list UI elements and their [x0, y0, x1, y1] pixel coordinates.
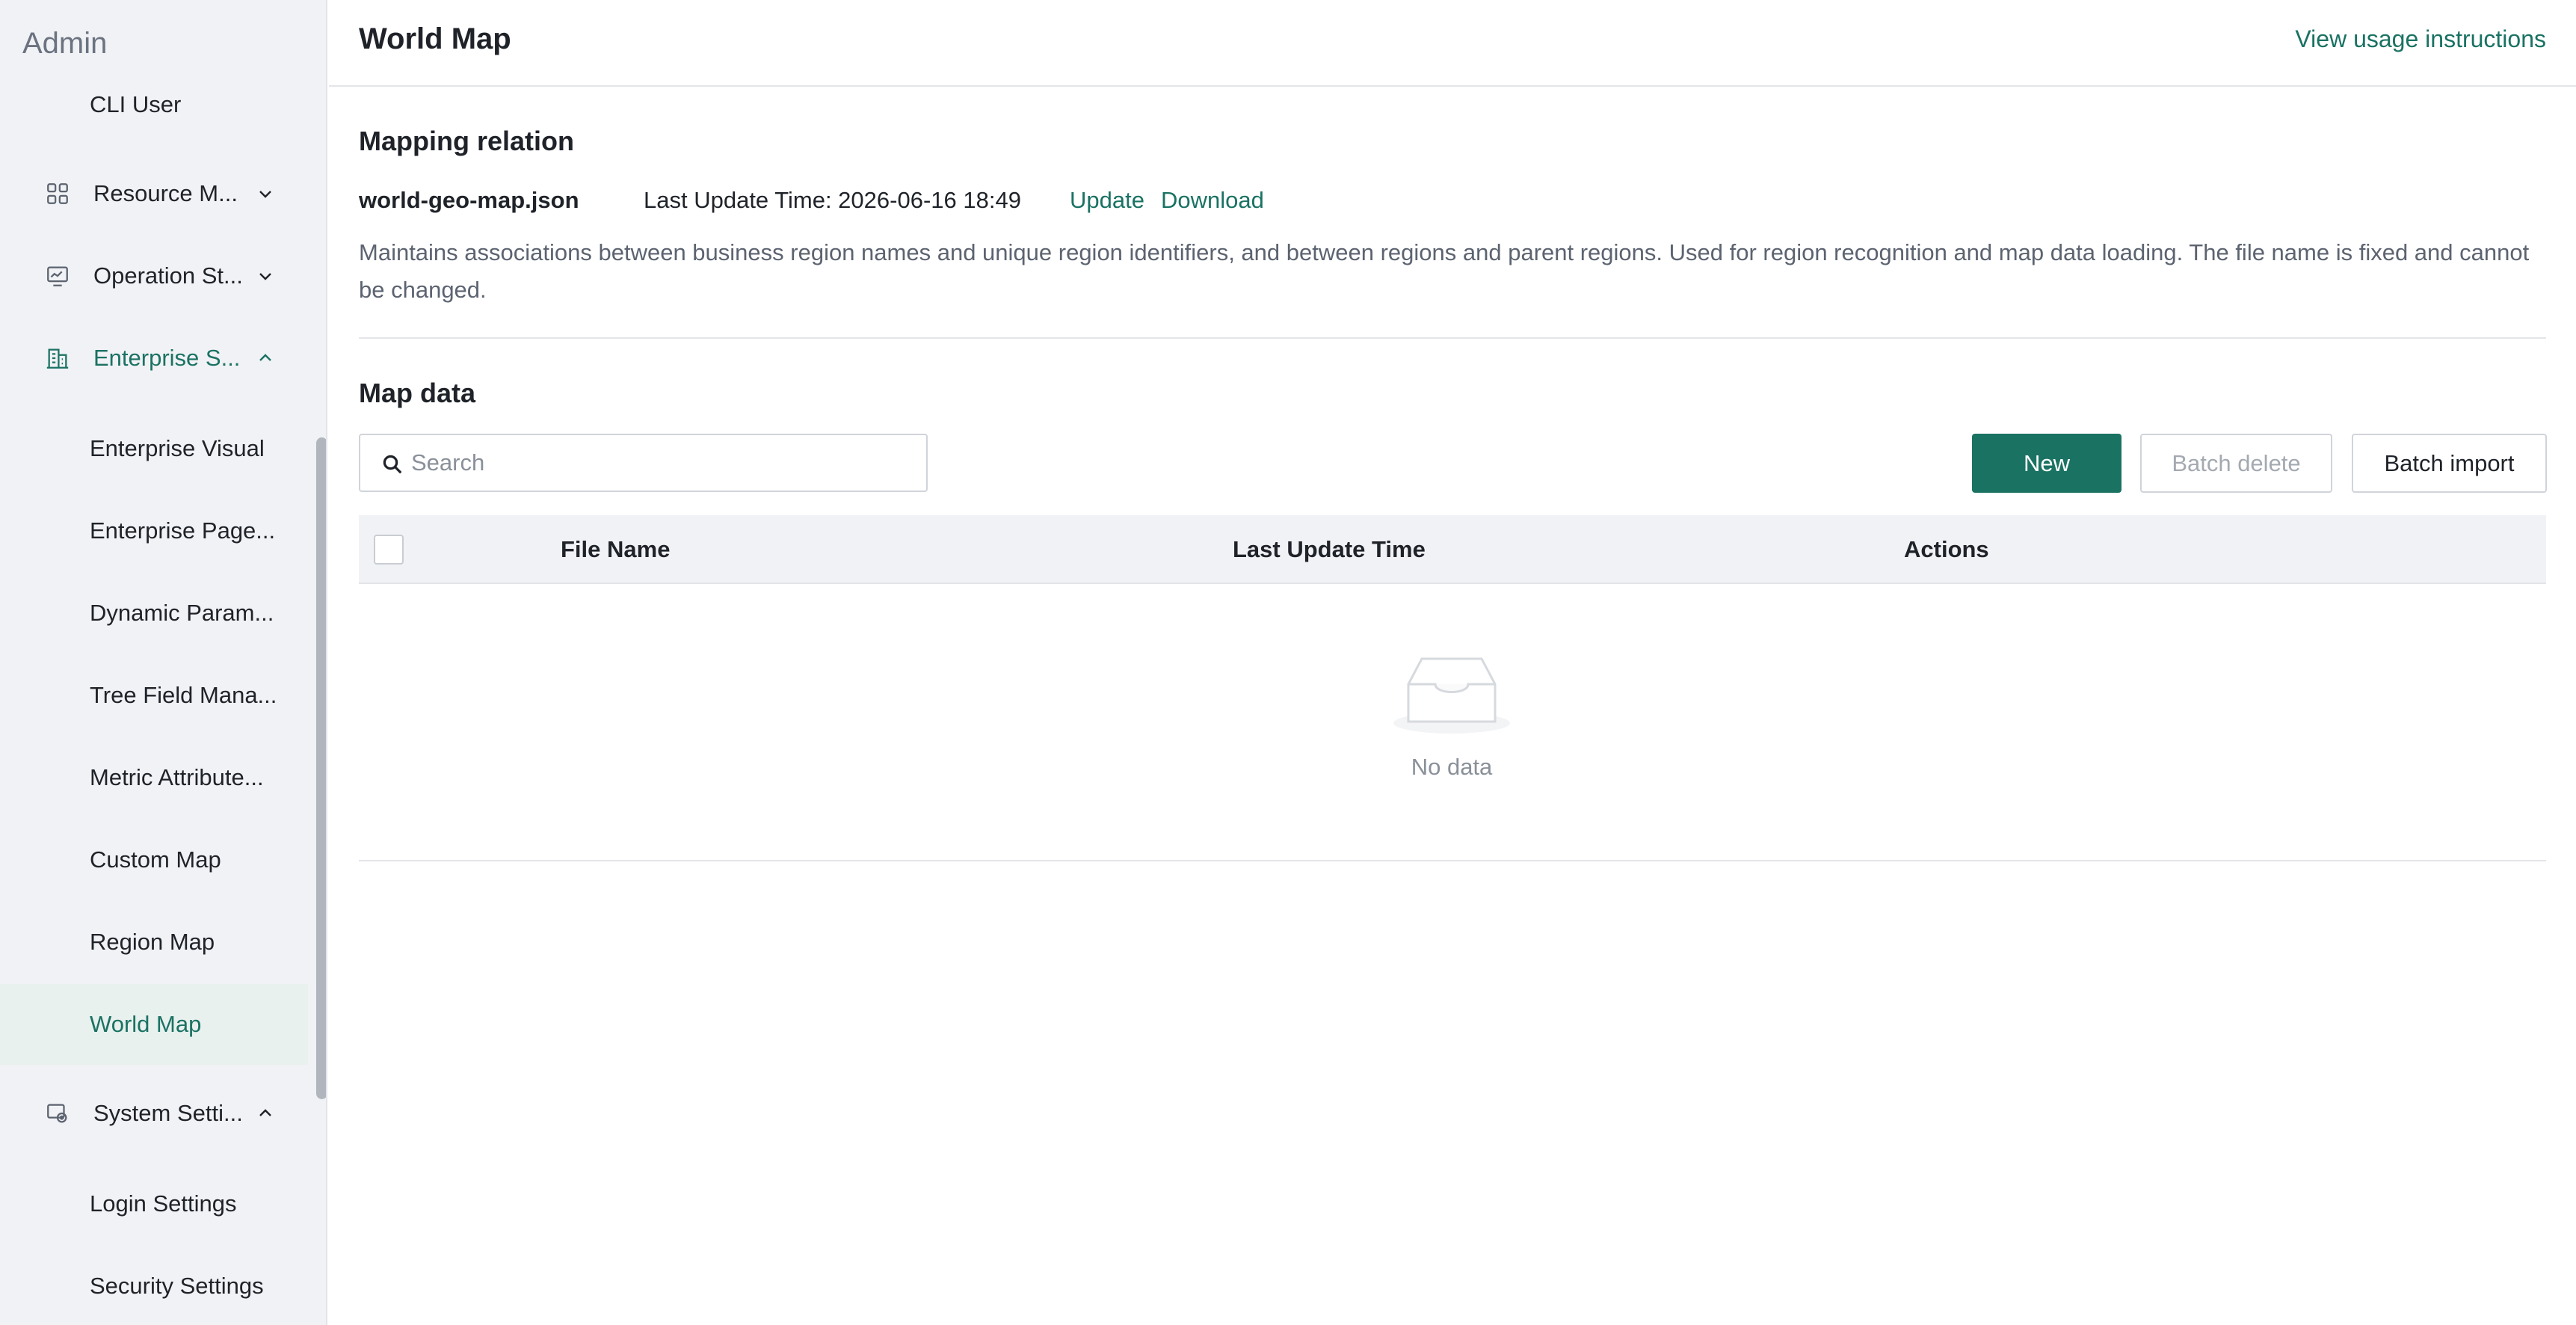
sidebar-item-enterprise-page[interactable]: Enterprise Page... — [0, 491, 308, 571]
mapping-file-name: world-geo-map.json — [359, 187, 579, 213]
sidebar-scrollbar[interactable] — [316, 437, 326, 1099]
sidebar-group-label: Enterprise S... — [93, 345, 241, 371]
batch-import-button[interactable]: Batch import — [2352, 434, 2547, 493]
monitor-icon — [47, 266, 68, 286]
chevron-up-icon — [259, 354, 271, 361]
building-icon — [46, 348, 69, 369]
new-button[interactable]: New — [1972, 434, 2121, 493]
search-box — [359, 434, 928, 492]
sidebar-item-login-settings[interactable]: Login Settings — [0, 1163, 308, 1244]
batch-delete-button[interactable]: Batch delete — [2140, 434, 2332, 493]
table-header: File Name Last Update Time Actions — [359, 515, 2546, 584]
sidebar-group-operation[interactable]: Operation St... — [0, 248, 308, 304]
chevron-down-icon — [259, 273, 271, 280]
download-link[interactable]: Download — [1161, 187, 1264, 214]
page-title: World Map — [359, 22, 511, 55]
sidebar-item-region-map[interactable]: Region Map — [0, 902, 308, 983]
sidebar-group-system-settings[interactable]: System Setti... — [0, 1086, 308, 1141]
page-header: World Map View usage instructions — [329, 0, 2576, 87]
sidebar-group-label: Operation St... — [93, 262, 243, 289]
sidebar-group-label: System Setti... — [93, 1100, 243, 1126]
empty-state-text: No data — [1411, 754, 1493, 780]
column-header-file-name[interactable]: File Name — [561, 536, 670, 563]
mapping-description: Maintains associations between business … — [359, 239, 2530, 303]
empty-inbox-icon — [1393, 657, 1510, 734]
map-data-title: Map data — [359, 378, 476, 408]
search-input[interactable] — [411, 435, 919, 491]
sidebar-group-label: Resource M... — [93, 180, 238, 206]
mapping-relation-title: Mapping relation — [359, 126, 574, 156]
table-bottom-divider — [359, 860, 2546, 861]
mapping-update-time: Last Update Time: 2026-06-16 18:49 — [644, 187, 1021, 213]
chevron-down-icon — [259, 191, 271, 198]
sidebar-item-tree-field[interactable]: Tree Field Mana... — [0, 655, 308, 736]
settings-icon — [47, 1104, 67, 1123]
sidebar-item-security-settings[interactable]: Security Settings — [0, 1246, 308, 1325]
column-header-last-update-time[interactable]: Last Update Time — [1233, 536, 1426, 563]
section-divider — [359, 337, 2546, 339]
search-icon — [383, 455, 402, 474]
sidebar-item-custom-map[interactable]: Custom Map — [0, 820, 308, 900]
sidebar-item-enterprise-visual[interactable]: Enterprise Visual — [0, 408, 308, 489]
sidebar: CLI User Admin Resource M... Operation S… — [0, 0, 327, 1325]
sidebar-item-metric-attribute[interactable]: Metric Attribute... — [0, 737, 308, 818]
usage-instructions-link[interactable]: View usage instructions — [2295, 25, 2546, 53]
update-link[interactable]: Update — [1070, 187, 1144, 214]
column-header-actions: Actions — [1904, 536, 1989, 562]
sidebar-item-dynamic-param[interactable]: Dynamic Param... — [0, 573, 308, 654]
sidebar-item-world-map[interactable]: World Map — [0, 984, 308, 1065]
sidebar-title: Admin — [22, 27, 108, 60]
sidebar-group-resource[interactable]: Resource M... — [0, 166, 308, 221]
grid-icon — [47, 183, 68, 204]
sidebar-group-enterprise[interactable]: Enterprise S... — [0, 331, 308, 386]
chevron-up-icon — [259, 1109, 271, 1116]
select-all-checkbox[interactable] — [374, 535, 404, 565]
